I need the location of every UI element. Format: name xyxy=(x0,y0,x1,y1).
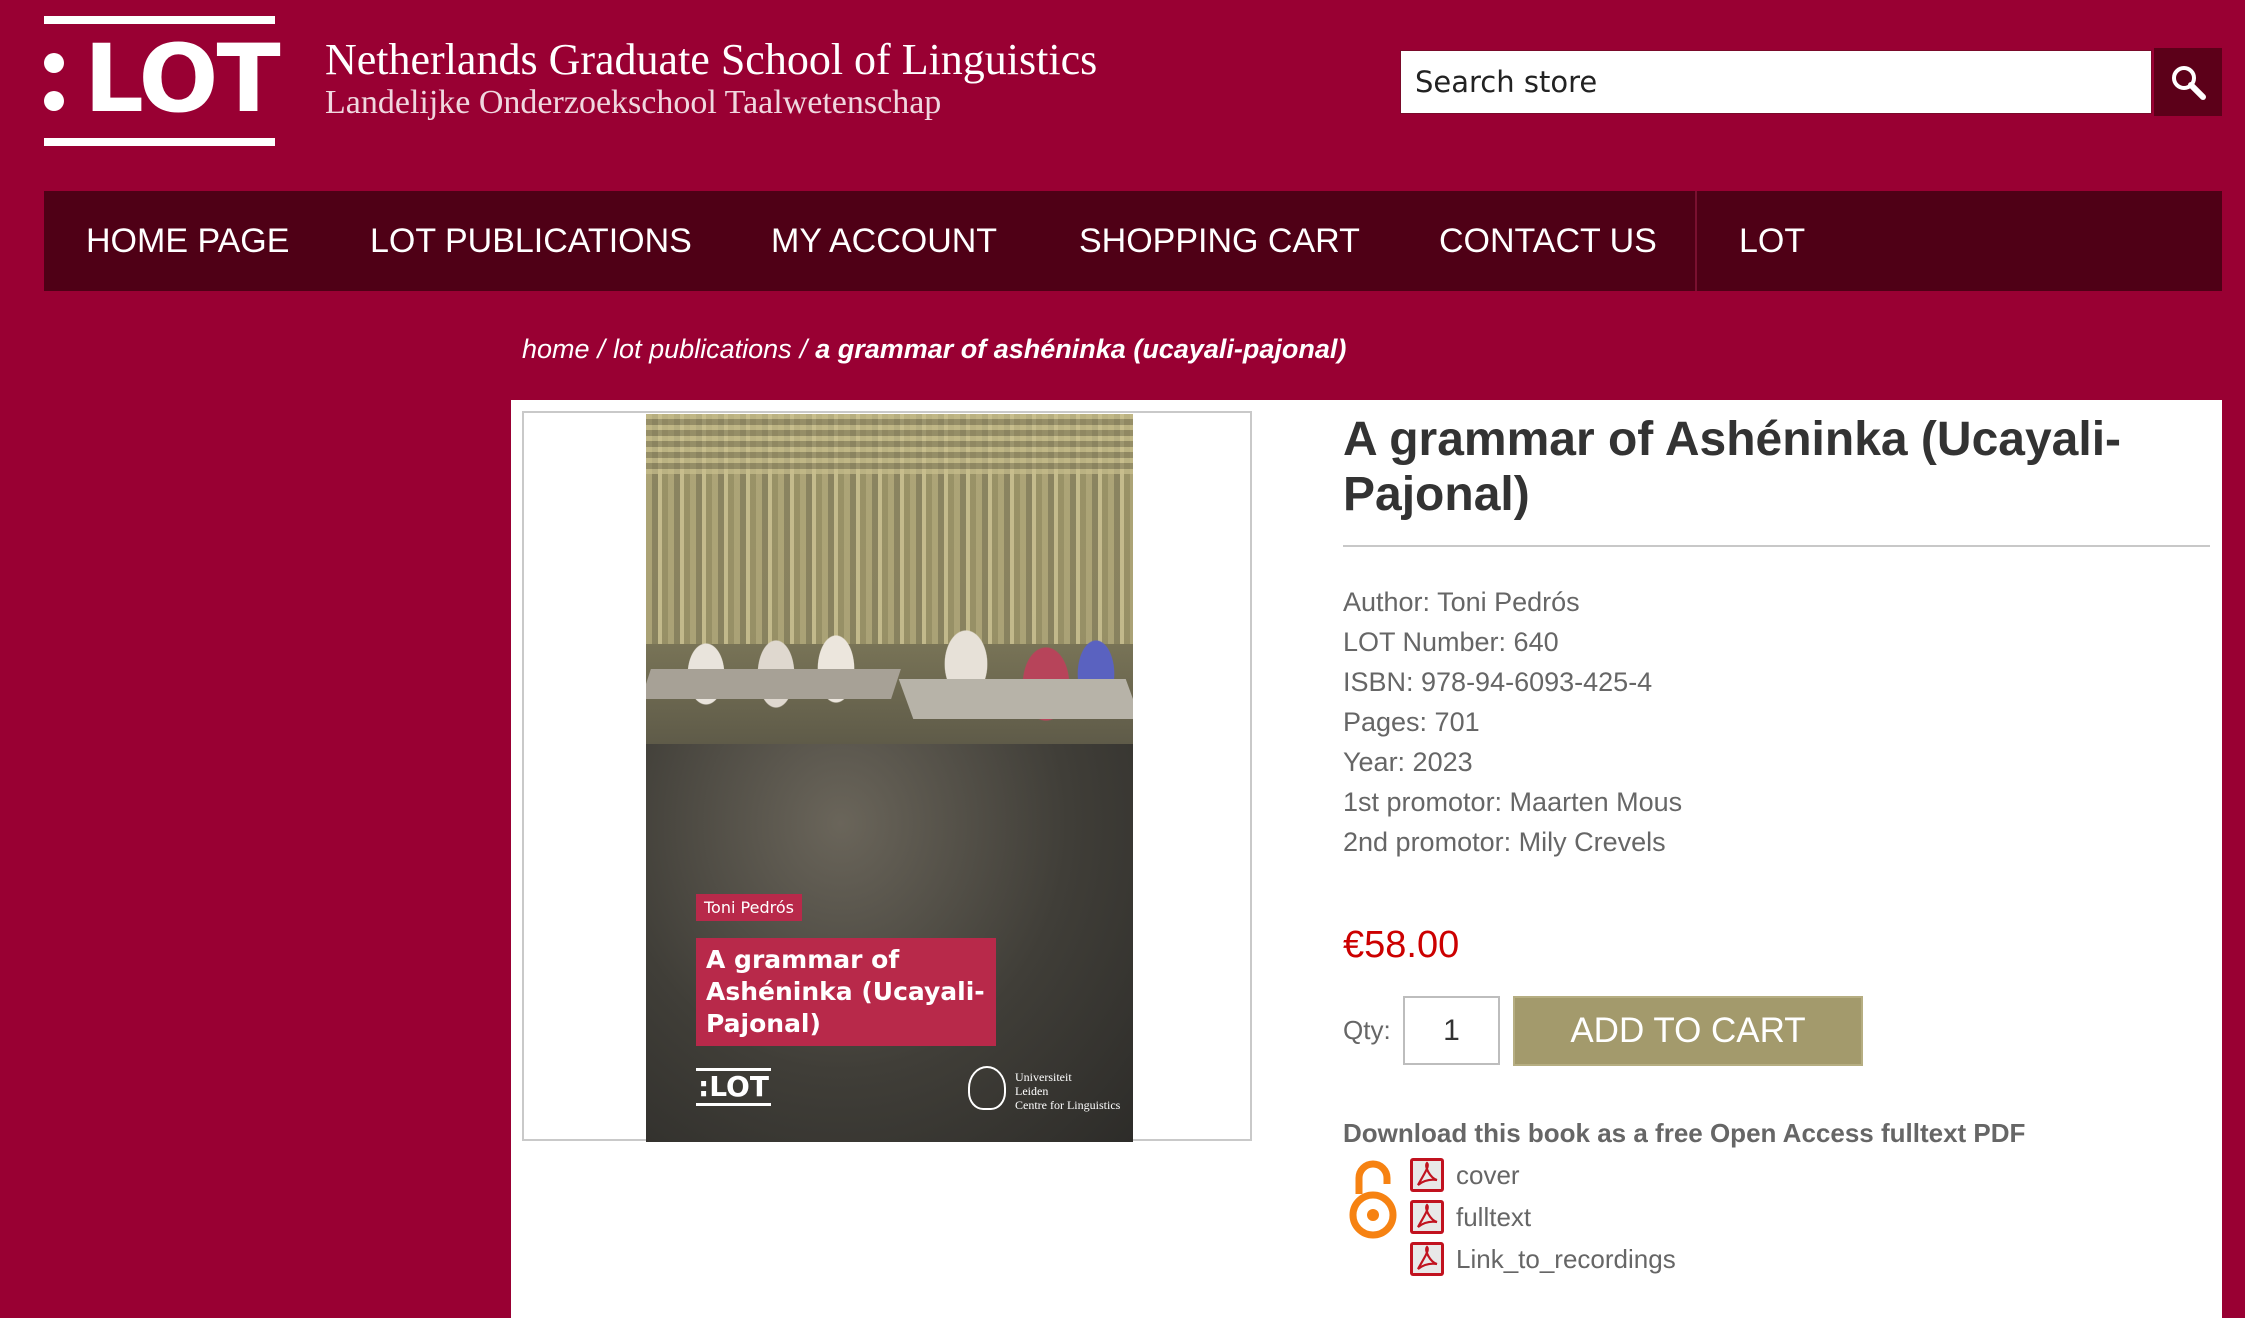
pdf-icon xyxy=(1410,1200,1444,1234)
spec-pages: Pages: 701 xyxy=(1343,707,1480,737)
download-item: Link_to_recordings xyxy=(1410,1238,1676,1280)
cover-photo-roof xyxy=(646,414,1133,474)
spec-year: Year: 2023 xyxy=(1343,747,1473,777)
cover-lot-logo: :LOT xyxy=(696,1068,771,1106)
qty-label: Qty: xyxy=(1343,1015,1391,1045)
title-divider xyxy=(1343,545,2210,547)
product-title: A grammar of Ashéninka (Ucayali-Pajonal) xyxy=(1343,413,2122,521)
product-price: €58.00 xyxy=(1343,924,1460,966)
nav-home-page[interactable]: Home page xyxy=(86,222,289,261)
search-input[interactable] xyxy=(1400,50,2152,114)
nav-my-account[interactable]: My account xyxy=(771,222,997,261)
download-list: cover fulltext Link_to_recordings xyxy=(1410,1154,1676,1280)
qty-input[interactable] xyxy=(1403,996,1500,1065)
search-icon xyxy=(2172,66,2206,100)
cover-university-line: Centre for Linguistics xyxy=(1015,1098,1121,1112)
breadcrumb-separator: / xyxy=(799,334,808,364)
cover-photo-table xyxy=(646,669,901,699)
logo-rule-bottom xyxy=(44,138,275,146)
logo-word: LOT xyxy=(84,25,281,134)
main-nav: Home page LOT Publications My account Sh… xyxy=(44,191,2222,291)
download-cover-link[interactable]: cover xyxy=(1456,1160,1520,1191)
cover-university-line: Leiden xyxy=(1015,1084,1049,1098)
download-heading: Download this book as a free Open Access… xyxy=(1343,1118,2026,1148)
cover-title: A grammar of Ashéninka (Ucayali-Pajonal) xyxy=(696,938,996,1046)
brand-subtitle: Landelijke Onderzoekschool Taalwetenscha… xyxy=(325,84,942,121)
book-cover-image[interactable]: Toni Pedrós A grammar of Ashéninka (Ucay… xyxy=(646,414,1133,1142)
breadcrumb-lot-publications[interactable]: lot publications xyxy=(613,334,792,364)
nav-lot[interactable]: LOT xyxy=(1739,222,1805,261)
spec-author: Author: Toni Pedrós xyxy=(1343,587,1580,617)
breadcrumb-current: a grammar of ashéninka (ucayali-pajonal) xyxy=(815,334,1347,364)
breadcrumb-separator: / xyxy=(597,334,606,364)
breadcrumb-home[interactable]: home xyxy=(522,334,590,364)
logo-dot xyxy=(44,53,64,73)
logo-dot xyxy=(44,91,64,111)
university-seal-icon xyxy=(968,1066,1006,1110)
search-button[interactable] xyxy=(2154,48,2222,116)
nav-divider xyxy=(1695,191,1697,291)
spec-first-promotor: 1st promotor: Maarten Mous xyxy=(1343,787,1683,817)
nav-shopping-cart[interactable]: Shopping cart xyxy=(1079,222,1360,261)
cover-author: Toni Pedrós xyxy=(696,894,802,921)
logo-rule-top xyxy=(44,16,275,24)
nav-lot-publications[interactable]: LOT Publications xyxy=(370,222,692,261)
download-item: cover xyxy=(1410,1154,1676,1196)
cover-photo-table xyxy=(898,679,1133,719)
product-image-frame[interactable]: Toni Pedrós A grammar of Ashéninka (Ucay… xyxy=(522,411,1252,1142)
add-to-cart-button[interactable]: Add to cart xyxy=(1513,996,1863,1066)
brand-title: Netherlands Graduate School of Linguisti… xyxy=(325,35,1098,84)
lot-logo[interactable]: LOT xyxy=(44,16,281,146)
breadcrumb: home / lot publications / a grammar of ashén… xyxy=(522,334,1346,365)
download-item: fulltext xyxy=(1410,1196,1676,1238)
cover-university-line: Universiteit xyxy=(1015,1070,1072,1084)
download-fulltext-link[interactable]: fulltext xyxy=(1456,1202,1531,1233)
cover-university-logo: Universiteit Leiden Centre for Linguisti… xyxy=(968,1066,1120,1112)
spec-isbn: ISBN: 978-94-6093-425-4 xyxy=(1343,667,1653,697)
product-specs: Author: Toni Pedrós LOT Number: 640 ISBN… xyxy=(1343,582,1682,862)
download-recordings-link[interactable]: Link_to_recordings xyxy=(1456,1244,1676,1275)
spec-second-promotor: 2nd promotor: Mily Crevels xyxy=(1343,827,1666,857)
open-access-icon xyxy=(1349,1160,1397,1239)
pdf-icon xyxy=(1410,1158,1444,1192)
pdf-icon xyxy=(1410,1242,1444,1276)
nav-contact-us[interactable]: Contact us xyxy=(1439,222,1657,261)
product-panel: Toni Pedrós A grammar of Ashéninka (Ucay… xyxy=(511,400,2222,1318)
spec-lot-number: LOT Number: 640 xyxy=(1343,627,1559,657)
